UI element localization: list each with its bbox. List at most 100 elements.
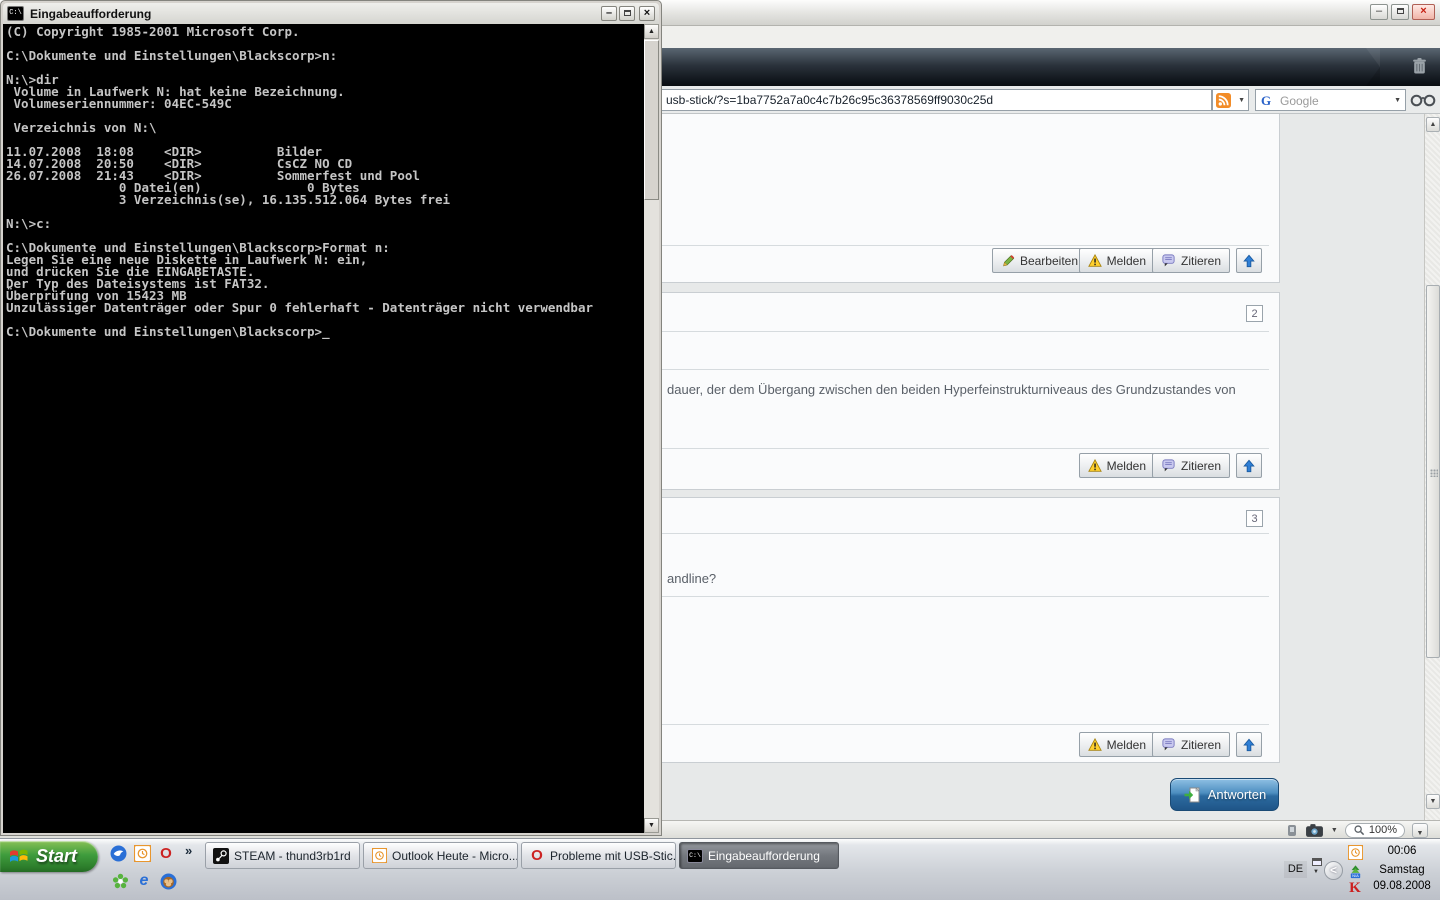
closed-tabs-trash-icon[interactable] [1411, 56, 1428, 76]
desktop: – × usb-stick/?s=1ba7752a7a0c4c7b26c95c3… [0, 0, 1440, 900]
minimize-button[interactable]: – [1370, 4, 1388, 20]
kaspersky-icon[interactable]: K [1347, 880, 1363, 896]
rss-dropdown-icon[interactable]: ▼ [1238, 97, 1245, 104]
scroll-down-icon[interactable]: ▼ [644, 818, 659, 833]
report-button-label: Melden [1107, 738, 1146, 752]
report-button[interactable]: Melden [1079, 248, 1155, 273]
report-button-label: Melden [1107, 254, 1146, 268]
camera-dropdown-icon[interactable]: ▼ [1331, 827, 1338, 834]
cmd-console[interactable]: (C) Copyright 1985-2001 Microsoft Corp. … [3, 24, 659, 833]
post-number-badge[interactable]: 3 [1246, 510, 1263, 527]
console-scrollbar[interactable]: ▲ ▼ [644, 24, 659, 833]
pencil-icon [1001, 254, 1015, 268]
opera-o-glyph: O [531, 848, 543, 863]
thunderbird-icon[interactable] [109, 844, 127, 862]
close-button[interactable]: × [1412, 4, 1435, 20]
report-button[interactable]: Melden [1079, 453, 1155, 478]
cmd-title-bar[interactable]: C:\ Eingabeaufforderung – × [3, 3, 659, 24]
task-button-cmd[interactable]: C:\ Eingabeaufforderung [679, 842, 839, 869]
arrow-up-icon [1242, 738, 1256, 752]
reply-button-label: Antworten [1208, 787, 1267, 802]
quote-button-label: Zitieren [1181, 738, 1221, 752]
task-button-outlook[interactable]: Outlook Heute - Micro... [363, 842, 518, 869]
scroll-down-icon[interactable]: ▼ [1426, 794, 1440, 809]
tray-network-status-icon[interactable]: N/A [1347, 863, 1363, 879]
scrollbar-thumb[interactable] [1426, 285, 1440, 658]
layout-dropdown-icon[interactable]: ▼ [1313, 869, 1319, 875]
tab-bar-chevron [1366, 48, 1380, 86]
task-button-label: Eingabeaufforderung [708, 849, 820, 863]
start-button-label: Start [36, 846, 77, 867]
scrollbar-thumb[interactable] [644, 40, 659, 200]
na-label: N/A [1352, 873, 1359, 878]
page-scrollbar[interactable]: ▲ ▼ [1424, 114, 1440, 820]
reply-icon [1183, 786, 1201, 804]
arrow-up-icon [1242, 254, 1256, 268]
scroll-to-top-button[interactable] [1236, 453, 1262, 478]
quick-launch-overflow-chevron[interactable]: » [185, 843, 192, 858]
task-button-opera-forum[interactable]: O Probleme mit USB-Stic... [521, 842, 676, 869]
zoom-control[interactable]: 100% [1345, 823, 1405, 838]
search-field[interactable]: G Google ▼ [1255, 89, 1406, 111]
warning-icon [1088, 459, 1102, 473]
reply-button[interactable]: Antworten [1170, 778, 1279, 811]
scroll-to-top-button[interactable] [1236, 732, 1262, 757]
quote-button[interactable]: Zitieren [1152, 453, 1230, 478]
start-button[interactable]: Start [0, 841, 98, 872]
scroll-up-icon[interactable]: ▲ [1426, 117, 1440, 132]
task-button-label: Outlook Heute - Micro... [392, 849, 518, 863]
device-icon[interactable] [1286, 824, 1298, 837]
keyboard-layout-icon[interactable] [1312, 858, 1322, 866]
report-button[interactable]: Melden [1079, 732, 1155, 757]
restore-icon [1397, 8, 1404, 14]
scroll-up-icon[interactable]: ▲ [644, 24, 659, 39]
minimize-button[interactable]: – [601, 6, 617, 21]
camera-icon[interactable] [1305, 823, 1324, 838]
rss-feed-control[interactable]: ▼ [1212, 89, 1249, 111]
quote-icon [1161, 458, 1176, 473]
clock-time[interactable]: 00:06 [1366, 845, 1438, 857]
language-indicator[interactable]: DE [1284, 861, 1307, 878]
cmd-icon: C:\ [7, 6, 24, 21]
messenger-monkey-icon[interactable] [159, 872, 177, 890]
find-binoculars-icon[interactable] [1410, 91, 1436, 113]
clock-date[interactable]: 09.08.2008 [1366, 880, 1438, 892]
icq-flower-icon[interactable] [111, 872, 129, 890]
task-button-label: STEAM - thund3rb1rd [234, 849, 351, 863]
taskbar: Start O » e STEAM - thund3rb1rd [0, 838, 1440, 900]
windows-flag-icon [8, 846, 30, 868]
cmd-prompt-glyph: C:\ [687, 849, 703, 863]
opera-icon: O [529, 848, 545, 864]
restore-button[interactable] [619, 6, 635, 21]
quote-button-label: Zitieren [1181, 459, 1221, 473]
scroll-to-top-button[interactable] [1236, 248, 1262, 273]
tray-collapse-button[interactable]: < [1324, 861, 1343, 880]
search-engine-dropdown-icon[interactable]: ▼ [1394, 97, 1401, 104]
close-button[interactable]: × [639, 6, 655, 21]
task-button-steam[interactable]: STEAM - thund3rb1rd [205, 842, 360, 869]
cmd-window: C:\ Eingabeaufforderung – × (C) Copyrigh… [0, 0, 662, 836]
rss-icon [1216, 93, 1231, 108]
internet-explorer-icon[interactable]: e [135, 872, 153, 890]
address-url-text: usb-stick/?s=1ba7752a7a0c4c7b26c95c36378… [666, 93, 993, 107]
arrow-up-icon [1242, 459, 1256, 473]
quote-button[interactable]: Zitieren [1152, 732, 1230, 757]
task-button-label: Probleme mit USB-Stic... [550, 849, 676, 863]
quote-button[interactable]: Zitieren [1152, 248, 1230, 273]
kaspersky-k-glyph: K [1349, 880, 1361, 897]
outlook-today-icon [371, 848, 387, 864]
tray-clock-icon[interactable] [1347, 844, 1363, 860]
magnifier-icon [1353, 824, 1365, 836]
warning-icon [1088, 738, 1102, 752]
ie-e-glyph: e [140, 873, 149, 889]
cmd-window-title: Eingabeaufforderung [30, 7, 599, 21]
zoom-dropdown[interactable]: ▼ [1412, 823, 1428, 838]
opera-icon[interactable]: O [157, 844, 175, 862]
post-number-badge[interactable]: 2 [1246, 305, 1263, 322]
edit-button[interactable]: Bearbeiten [992, 248, 1087, 273]
quote-button-label: Zitieren [1181, 254, 1221, 268]
restore-button[interactable] [1391, 4, 1409, 20]
console-text: (C) Copyright 1985-2001 Microsoft Corp. … [6, 26, 642, 833]
clock-day[interactable]: Samstag [1366, 864, 1438, 876]
outlook-today-icon[interactable] [133, 844, 151, 862]
